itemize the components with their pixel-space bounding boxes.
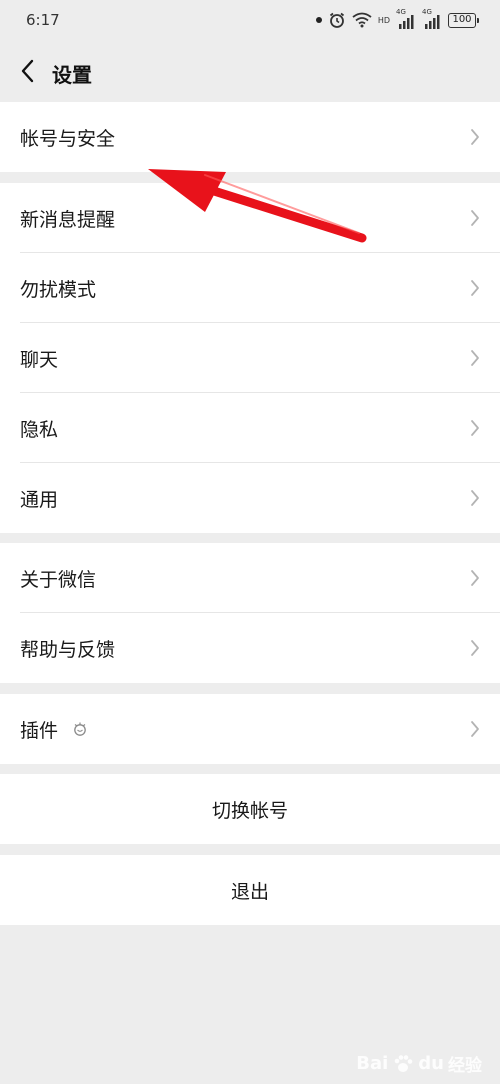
wifi-icon [352, 12, 372, 28]
chevron-right-icon [471, 280, 479, 296]
battery-icon: 100 [448, 12, 479, 28]
signal-bars-icon [425, 15, 440, 29]
plugin-badge-icon [74, 722, 86, 736]
signal-bars-icon [399, 15, 414, 29]
watermark-brand-suffix: du [418, 1053, 444, 1074]
switch-account-group: 切换帐号 [0, 774, 500, 844]
about-wechat-item[interactable]: 关于微信 [0, 543, 500, 613]
chevron-right-icon [471, 129, 479, 145]
signal-sim2: 4G [422, 8, 442, 30]
watermark-product: 经验 [448, 1056, 482, 1076]
status-time: 6:17 [26, 11, 60, 29]
chevron-right-icon [471, 350, 479, 366]
status-icons: HD 4G 4G 100 [315, 8, 479, 30]
menu-item-label: 通用 [20, 489, 59, 511]
about-group: 关于微信 帮助与反馈 [0, 543, 500, 683]
chevron-right-icon [471, 210, 479, 226]
chevron-right-icon [471, 570, 479, 586]
switch-account-button[interactable]: 切换帐号 [0, 774, 500, 844]
menu-item-label: 隐私 [20, 419, 59, 441]
page-title: 设置 [52, 63, 92, 87]
status-bar: 6:17 HD 4G 4G 100 [0, 0, 500, 40]
chevron-right-icon [471, 640, 479, 656]
notification-dot-icon [315, 17, 322, 23]
chevron-right-icon [471, 721, 479, 737]
menu-item-label: 关于微信 [20, 569, 97, 591]
switch-account-label: 切换帐号 [211, 800, 288, 822]
back-button[interactable] [12, 54, 42, 88]
chevron-right-icon [471, 420, 479, 436]
account-security-item[interactable]: 帐号与安全 [0, 102, 500, 172]
navigation-bar: 设置 [0, 40, 500, 102]
chat-item[interactable]: 聊天 [0, 323, 500, 393]
watermark: Bai du 经验 [356, 1051, 482, 1076]
plugins-group: 插件 [0, 694, 500, 764]
chevron-left-icon [21, 59, 34, 83]
paw-icon [394, 1054, 413, 1072]
privacy-item[interactable]: 隐私 [0, 393, 500, 463]
watermark-brand: Bai [356, 1053, 389, 1074]
do-not-disturb-item[interactable]: 勿扰模式 [0, 253, 500, 323]
new-message-notification-item[interactable]: 新消息提醒 [0, 183, 500, 253]
signal-sim1: 4G [396, 8, 416, 30]
menu-item-label: 新消息提醒 [20, 209, 116, 231]
menu-item-label: 插件 [20, 720, 59, 742]
battery-level: 100 [452, 13, 472, 25]
menu-item-label: 勿扰模式 [20, 279, 97, 301]
hd-label: HD [377, 15, 390, 25]
alarm-clock-icon [329, 12, 344, 28]
logout-button[interactable]: 退出 [0, 855, 500, 925]
main-settings-group: 新消息提醒 勿扰模式 聊天 隐私 通用 [0, 183, 500, 533]
menu-item-label: 帮助与反馈 [20, 639, 116, 661]
account-group: 帐号与安全 [0, 102, 500, 172]
menu-item-label: 聊天 [20, 349, 59, 371]
menu-item-label: 帐号与安全 [20, 128, 116, 150]
plugins-item[interactable]: 插件 [0, 694, 500, 764]
chevron-right-icon [471, 490, 479, 506]
logout-group: 退出 [0, 855, 500, 925]
help-feedback-item[interactable]: 帮助与反馈 [0, 613, 500, 683]
logout-label: 退出 [230, 881, 269, 903]
general-item[interactable]: 通用 [0, 463, 500, 533]
